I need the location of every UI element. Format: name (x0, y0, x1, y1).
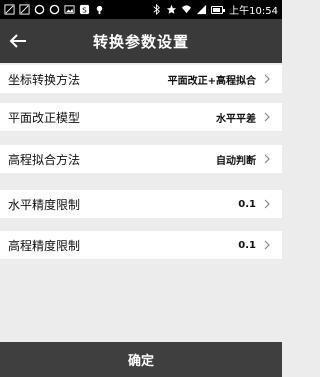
status-left-icons: S (4, 4, 105, 15)
status-right-icons: 上午10:54 (151, 2, 278, 17)
sync-icon (34, 4, 45, 15)
setting-label: 坐标转换方法 (8, 72, 81, 87)
setting-row-plane-model[interactable]: 平面改正模型 水平平差 (0, 103, 282, 131)
page-title: 转换参数设置 (92, 32, 189, 51)
setting-row-elevation-method[interactable]: 高程拟合方法 自动判断 (0, 145, 282, 173)
status-time: 上午10:54 (229, 6, 278, 17)
setting-row-horizontal-precision[interactable]: 水平精度限制 0.1 (0, 190, 282, 218)
setting-label: 高程拟合方法 (8, 152, 81, 167)
setting-row-coordinate-method[interactable]: 坐标转换方法 平面改正+高程拟合 (0, 65, 282, 93)
setting-row-elevation-precision[interactable]: 高程精度限制 0.1 (0, 231, 282, 259)
setting-label: 平面改正模型 (8, 110, 81, 125)
setting-label: 高程精度限制 (8, 238, 81, 253)
sync-icon (49, 4, 60, 15)
setting-value: 自动判断 (216, 155, 256, 167)
back-button[interactable] (6, 29, 30, 53)
chevron-right-icon (262, 198, 272, 210)
bluetooth-icon (151, 4, 162, 15)
battery-icon (211, 5, 226, 14)
chevron-right-icon (262, 153, 272, 165)
arrow-left-icon (9, 34, 26, 48)
signal-icon (196, 4, 207, 15)
svg-text:S: S (82, 5, 87, 14)
setting-value: 0.1 (238, 239, 256, 251)
setting-value: 水平平差 (216, 113, 256, 125)
s-icon: S (79, 4, 90, 15)
image-icon (64, 4, 75, 15)
setting-value: 0.1 (238, 198, 256, 210)
star-icon (166, 4, 177, 15)
chevron-right-icon (262, 111, 272, 123)
notification-icon (4, 4, 15, 15)
app-bar: 转换参数设置 (0, 19, 282, 63)
chevron-right-icon (262, 239, 272, 251)
location-icon (94, 4, 105, 15)
setting-label: 水平精度限制 (8, 197, 81, 212)
setting-value: 平面改正+高程拟合 (167, 75, 256, 87)
chevron-right-icon (262, 73, 272, 85)
photo-icon (19, 4, 30, 15)
wifi-icon (181, 4, 192, 15)
status-bar: S 上午10:54 (0, 0, 282, 19)
confirm-button[interactable]: 确定 (0, 342, 282, 377)
